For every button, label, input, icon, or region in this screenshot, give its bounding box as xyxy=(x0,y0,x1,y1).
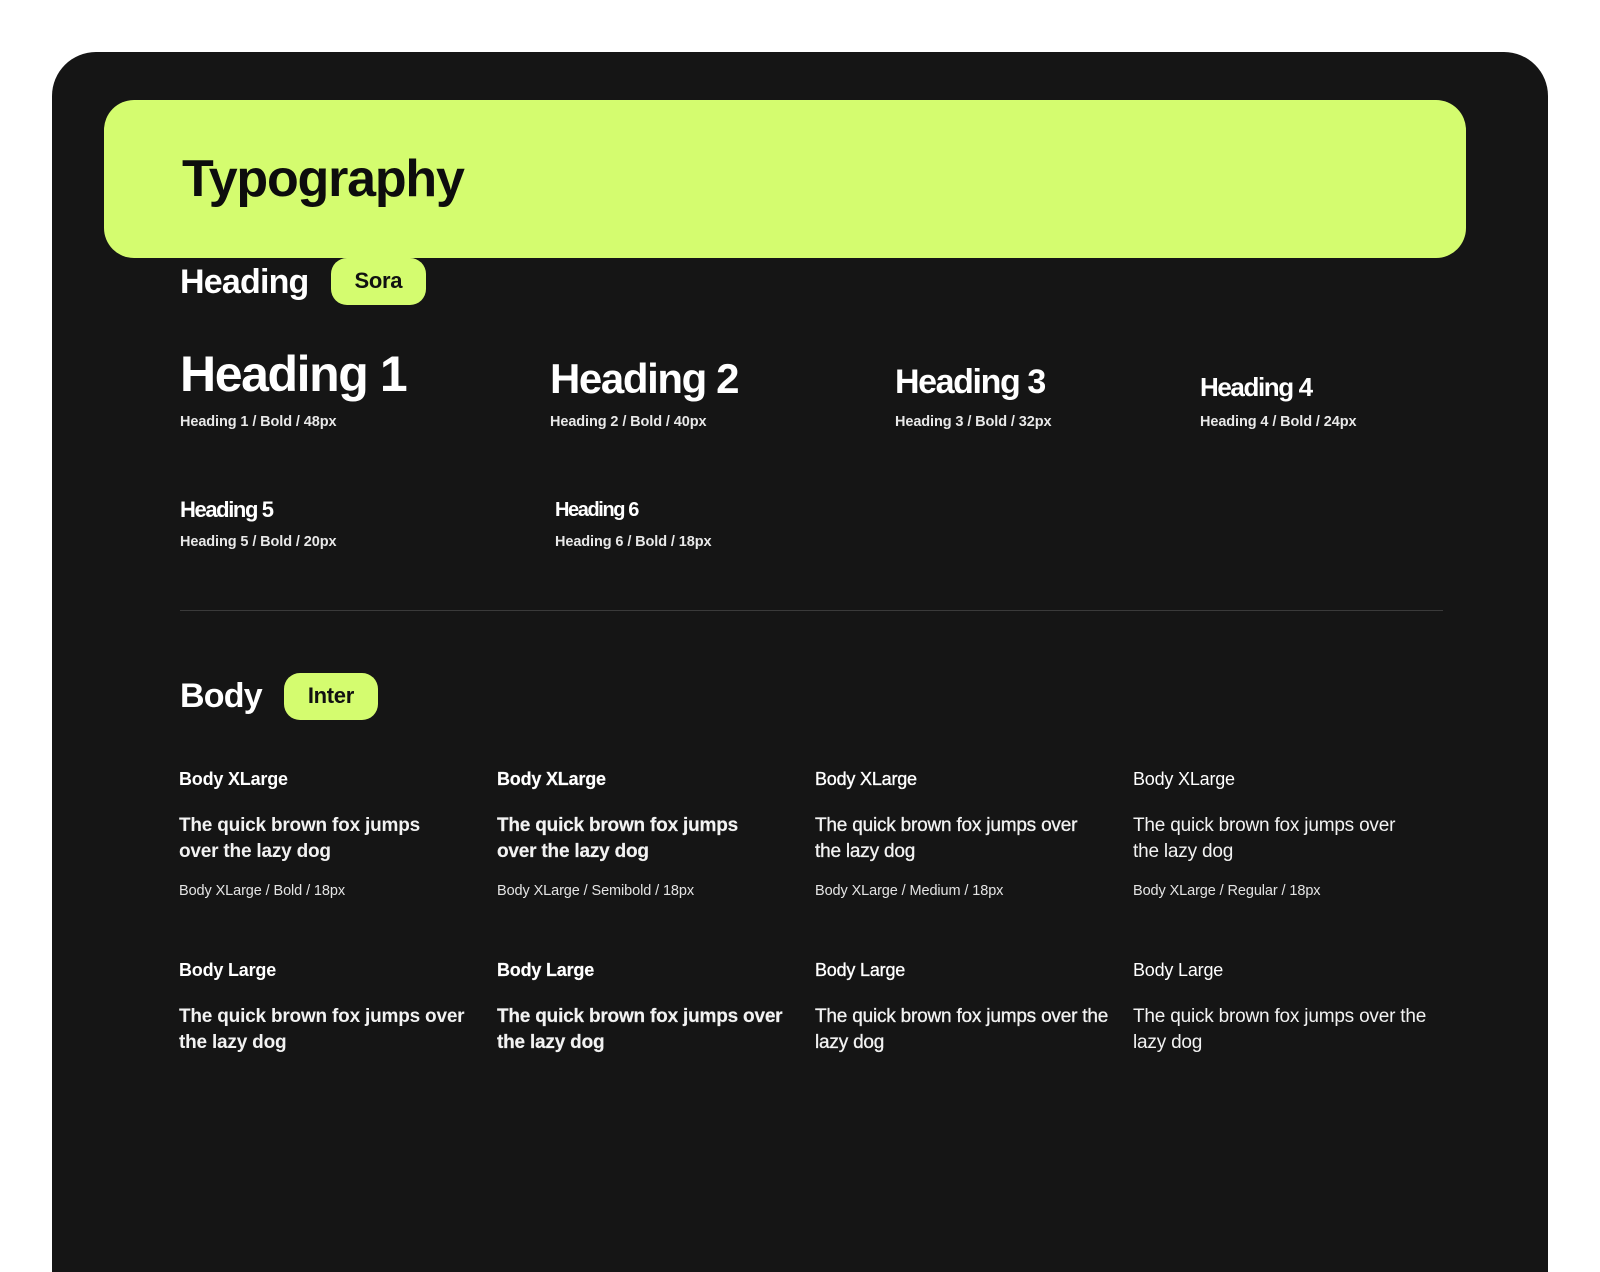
section-divider xyxy=(180,609,1443,611)
specimen-label: Body Large xyxy=(815,959,906,980)
heading-specimen-h5: Heading 5 Heading 5 / Bold / 20px xyxy=(180,496,555,551)
specimen-caption: Heading 5 / Bold / 20px xyxy=(180,534,337,551)
heading-row: Heading 5 Heading 5 / Bold / 20px Headin… xyxy=(180,496,1488,551)
body-specimen-large-medium: Body Large The quick brown fox jumps ove… xyxy=(815,961,1133,1056)
body-specimen-xlarge-semibold: Body XLarge The quick brown fox jumps ov… xyxy=(497,770,815,899)
heading-specimen-h6: Heading 6 Heading 6 / Bold / 18px xyxy=(555,498,855,551)
typography-style-guide-card: Typography Heading Sora Heading 1 Headin… xyxy=(52,52,1548,1272)
heading-specimen-h1: Heading 1 Heading 1 / Bold / 48px xyxy=(180,347,550,430)
specimen-sample: The quick brown fox jumps over the lazy … xyxy=(179,1005,465,1053)
body-row-xlarge: Body XLarge The quick brown fox jumps ov… xyxy=(52,770,1548,899)
specimen-text: Heading 3 xyxy=(895,363,1046,402)
specimen-label: Body Large xyxy=(1133,959,1224,980)
specimen-label: Body XLarge xyxy=(815,768,917,789)
specimen-label: Body Large xyxy=(497,959,595,980)
body-specimen-xlarge-medium: Body XLarge The quick brown fox jumps ov… xyxy=(815,770,1133,899)
heading-specimen-h2: Heading 2 Heading 2 / Bold / 40px xyxy=(550,354,895,430)
body-section-title: Body xyxy=(180,677,263,716)
specimen-sample: The quick brown fox jumps over the lazy … xyxy=(497,1005,783,1053)
specimen-text: Heading 5 xyxy=(180,496,274,522)
specimen-caption: Body XLarge / Semibold / 18px xyxy=(497,883,694,900)
specimen-sample: The quick brown fox jumps over the lazy … xyxy=(497,814,738,862)
heading-specimen-h4: Heading 4 Heading 4 / Bold / 24px xyxy=(1200,373,1480,430)
specimen-label: Body XLarge xyxy=(497,768,606,789)
specimen-text: Heading 4 xyxy=(1200,371,1313,402)
heading-specimen-grid: Heading 1 Heading 1 / Bold / 48px Headin… xyxy=(52,347,1548,550)
specimen-label: Body XLarge xyxy=(179,768,288,789)
page-banner: Typography xyxy=(104,100,1466,258)
heading-specimen-h3: Heading 3 Heading 3 / Bold / 32px xyxy=(895,364,1200,429)
page-title: Typography xyxy=(182,150,465,208)
body-section: Body Inter Body XLarge The quick brown f… xyxy=(52,672,1548,1056)
specimen-label: Body XLarge xyxy=(1133,768,1235,789)
body-specimen-large-bold: Body Large The quick brown fox jumps ove… xyxy=(179,961,497,1056)
specimen-caption: Body XLarge / Regular / 18px xyxy=(1133,883,1321,900)
specimen-caption: Heading 2 / Bold / 40px xyxy=(550,414,707,430)
body-specimen-xlarge-bold: Body XLarge The quick brown fox jumps ov… xyxy=(179,770,497,899)
specimen-caption: Heading 1 / Bold / 48px xyxy=(180,414,337,430)
specimen-sample: The quick brown fox jumps over the lazy … xyxy=(1133,814,1396,862)
content-area: Heading Sora Heading 1 Heading 1 / Bold … xyxy=(52,258,1548,1056)
specimen-caption: Heading 4 / Bold / 24px xyxy=(1200,414,1357,430)
heading-section: Heading Sora Heading 1 Heading 1 / Bold … xyxy=(52,258,1548,550)
body-row-large: Body Large The quick brown fox jumps ove… xyxy=(52,961,1548,1056)
heading-section-header: Heading Sora xyxy=(52,258,1548,305)
specimen-text: Heading 6 xyxy=(555,498,639,521)
body-specimen-large-regular: Body Large The quick brown fox jumps ove… xyxy=(1133,961,1451,1056)
specimen-sample: The quick brown fox jumps over the lazy … xyxy=(815,1005,1109,1053)
specimen-caption: Heading 3 / Bold / 32px xyxy=(895,414,1052,430)
specimen-caption: Body XLarge / Bold / 18px xyxy=(179,883,345,900)
specimen-text: Heading 1 xyxy=(180,346,408,402)
specimen-label: Body Large xyxy=(179,959,277,980)
specimen-text: Heading 2 xyxy=(550,354,740,402)
heading-font-badge[interactable]: Sora xyxy=(330,258,427,305)
specimen-sample: The quick brown fox jumps over the lazy … xyxy=(179,814,420,862)
specimen-sample: The quick brown fox jumps over the lazy … xyxy=(815,814,1078,862)
heading-section-title: Heading xyxy=(180,262,309,301)
specimen-caption: Heading 6 / Bold / 18px xyxy=(555,534,712,551)
body-specimen-xlarge-regular: Body XLarge The quick brown fox jumps ov… xyxy=(1133,770,1451,899)
heading-row: Heading 1 Heading 1 / Bold / 48px Headin… xyxy=(180,347,1488,430)
specimen-sample: The quick brown fox jumps over the lazy … xyxy=(1133,1005,1427,1053)
body-section-header: Body Inter xyxy=(52,672,1548,720)
specimen-caption: Body XLarge / Medium / 18px xyxy=(815,883,1004,900)
body-font-badge[interactable]: Inter xyxy=(283,672,378,720)
body-specimen-large-semibold: Body Large The quick brown fox jumps ove… xyxy=(497,961,815,1056)
